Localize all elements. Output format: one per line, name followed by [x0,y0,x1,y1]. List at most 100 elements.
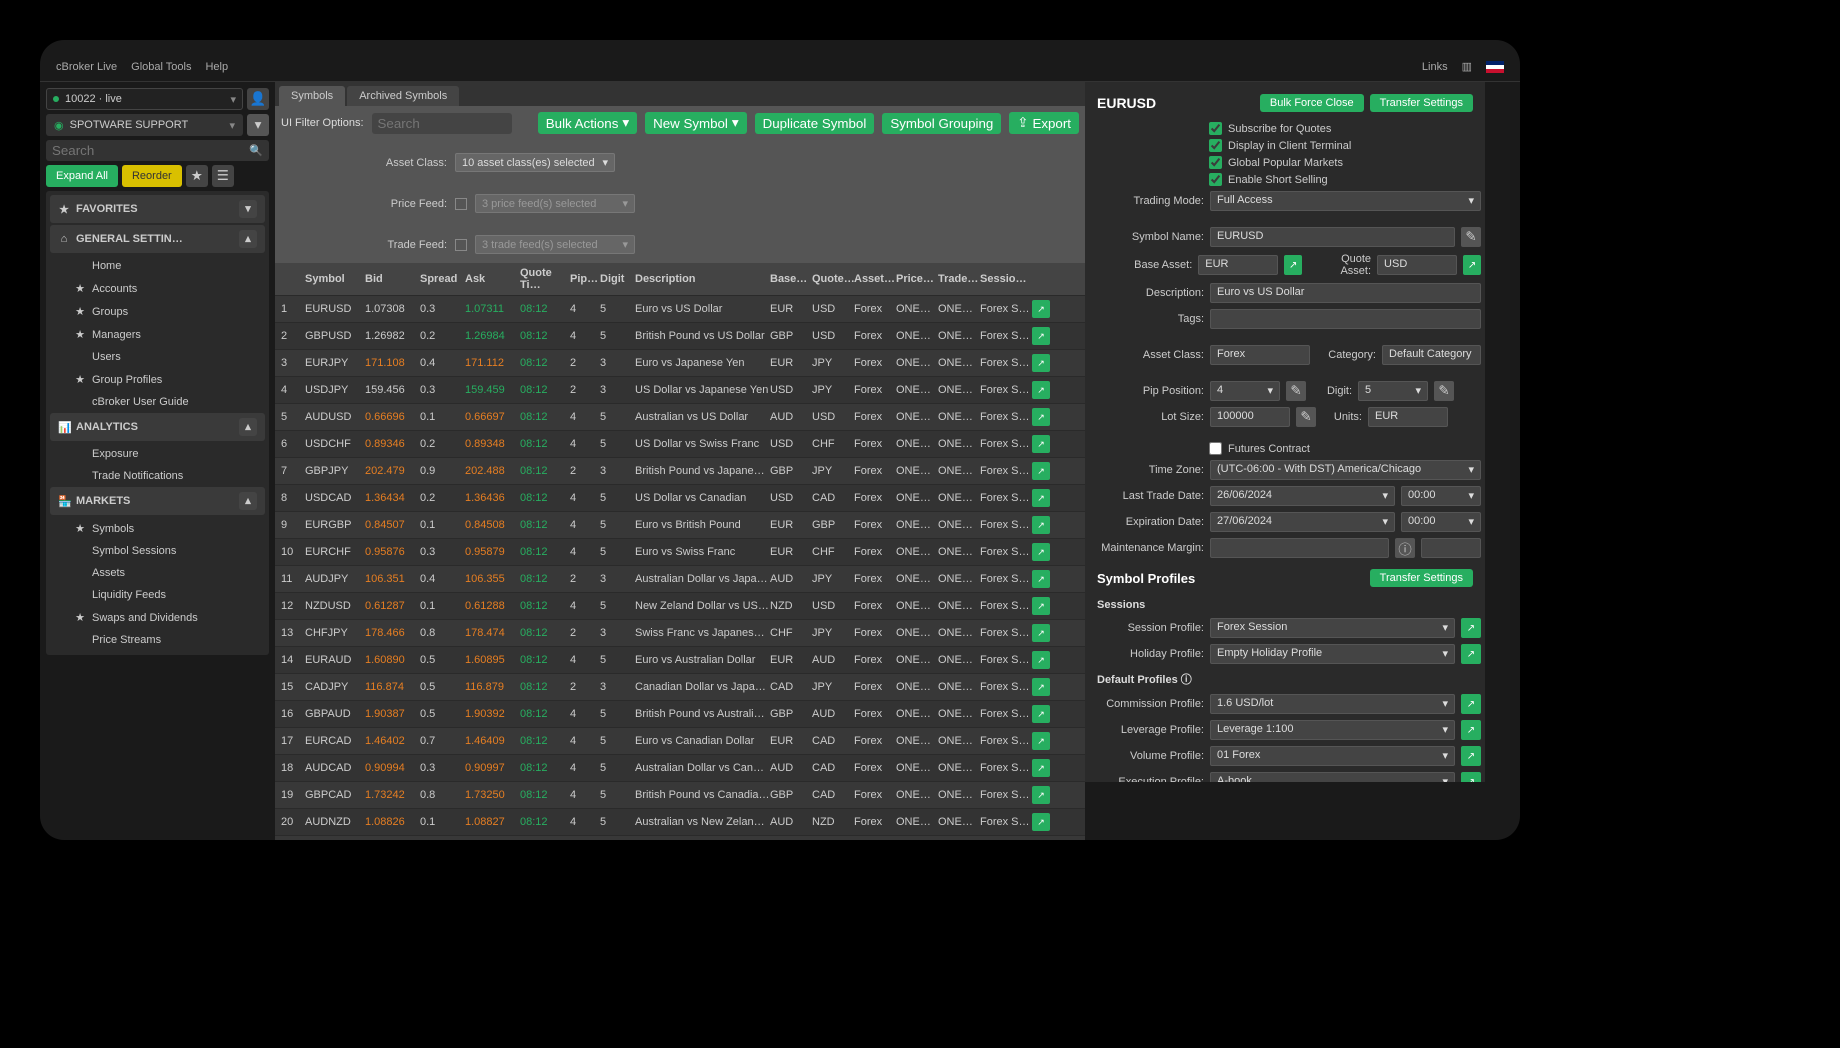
table-row[interactable]: 3EURJPY171.1080.4171.11208:1223Euro vs J… [275,350,1085,377]
menu-cbroker[interactable]: cBroker Live [56,61,117,73]
table-row[interactable]: 14EURAUD1.608900.51.6089508:1245Euro vs … [275,647,1085,674]
tree-item[interactable]: Users [50,346,265,368]
support-label[interactable]: ◉SPOTWARE SUPPORT▾ [46,114,243,136]
row-link-icon[interactable]: ↗ [1032,732,1050,750]
info-icon[interactable]: ⓘ [1181,674,1192,686]
symbol-grouping-button[interactable]: Symbol Grouping [882,113,1001,134]
table-row[interactable]: 10EURCHF0.958760.30.9587908:1245Euro vs … [275,539,1085,566]
lot-size-input[interactable]: 100000 [1210,407,1290,427]
expiration-time[interactable]: 00:00▾ [1401,512,1481,532]
table-row[interactable]: 12NZDUSD0.612870.10.6128808:1245New Zela… [275,593,1085,620]
star-button[interactable]: ★ [186,165,208,187]
col-header[interactable]: Session… [980,273,1032,285]
row-link-icon[interactable]: ↗ [1032,597,1050,615]
maint-margin-input[interactable] [1210,538,1389,558]
row-link-icon[interactable]: ↗ [1032,300,1050,318]
commission-select[interactable]: 1.6 USD/lot▾ [1210,694,1455,714]
col-header[interactable]: Trade… [938,273,980,285]
tree-favorites[interactable]: ★FAVORITES▾ [50,195,265,223]
table-row[interactable]: 6USDCHF0.893460.20.8934808:1245US Dollar… [275,431,1085,458]
holiday-profile-select[interactable]: Empty Holiday Profile▾ [1210,644,1455,664]
last-trade-time[interactable]: 00:00▾ [1401,486,1481,506]
row-link-icon[interactable]: ↗ [1032,705,1050,723]
row-link-icon[interactable]: ↗ [1032,408,1050,426]
table-row[interactable]: 1EURUSD1.073080.31.0731108:1245Euro vs U… [275,296,1085,323]
table-row[interactable]: 2GBPUSD1.269820.21.2698408:1245British P… [275,323,1085,350]
tree-general-settings[interactable]: ⌂GENERAL SETTIN…▴ [50,225,265,253]
price-feed-checkbox[interactable] [455,198,467,210]
tree-item[interactable]: Trade Notifications [50,465,265,487]
commission-link-icon[interactable]: ↗ [1461,694,1481,714]
table-row[interactable]: 4USDJPY159.4560.3159.45908:1223US Dollar… [275,377,1085,404]
trade-feed-checkbox[interactable] [455,239,467,251]
profiles-transfer-button[interactable]: Transfer Settings [1370,569,1473,587]
row-link-icon[interactable]: ↗ [1032,651,1050,669]
col-header[interactable]: Description [635,273,770,285]
trade-feed-select[interactable]: 3 trade feed(s) selected▾ [475,235,635,254]
description-input[interactable]: Euro vs US Dollar [1210,283,1481,303]
row-link-icon[interactable]: ↗ [1032,489,1050,507]
tree-item[interactable]: Liquidity Feeds [50,584,265,606]
base-asset-link-icon[interactable]: ↗ [1284,255,1302,275]
table-row[interactable]: 15CADJPY116.8740.5116.87908:1223Canadian… [275,674,1085,701]
base-asset-input[interactable]: EUR [1198,255,1278,275]
row-link-icon[interactable]: ↗ [1032,462,1050,480]
list-button[interactable]: ☰ [212,165,234,187]
tree-item[interactable]: Symbol Sessions [50,540,265,562]
col-header[interactable]: Digit [600,273,635,285]
tab-archived[interactable]: Archived Symbols [347,86,459,106]
table-row[interactable]: 9EURGBP0.845070.10.8450808:1245Euro vs B… [275,512,1085,539]
pip-edit-icon[interactable]: ✎ [1286,381,1306,401]
futures-checkbox[interactable] [1209,442,1222,455]
session-profile-select[interactable]: Forex Session▾ [1210,618,1455,638]
table-row[interactable]: 11AUDJPY106.3510.4106.35508:1223Australi… [275,566,1085,593]
table-row[interactable]: 7GBPJPY202.4790.9202.48808:1223British P… [275,458,1085,485]
menu-help[interactable]: Help [205,61,228,73]
row-link-icon[interactable]: ↗ [1032,624,1050,642]
tree-item[interactable]: ★Accounts [50,277,265,300]
row-link-icon[interactable]: ↗ [1032,813,1050,831]
bulk-actions-button[interactable]: Bulk Actions ▾ [538,112,637,134]
volume-link-icon[interactable]: ↗ [1461,746,1481,766]
maint-margin-input2[interactable] [1421,538,1481,558]
new-symbol-button[interactable]: New Symbol ▾ [645,112,747,134]
row-link-icon[interactable]: ↗ [1032,678,1050,696]
bulk-force-close-button[interactable]: Bulk Force Close [1260,94,1364,112]
export-button[interactable]: ⇪ Export [1009,112,1079,134]
row-link-icon[interactable]: ↗ [1032,543,1050,561]
option-checkbox[interactable] [1209,122,1222,135]
row-link-icon[interactable]: ↗ [1032,786,1050,804]
table-row[interactable]: 19GBPCAD1.732420.81.7325008:1245British … [275,782,1085,809]
pip-position-select[interactable]: 4▾ [1210,381,1280,401]
table-row[interactable]: 18AUDCAD0.909940.30.9099708:1245Australi… [275,755,1085,782]
col-header[interactable]: Symbol [305,273,365,285]
tree-item[interactable]: cBroker User Guide [50,391,265,413]
units-input[interactable]: EUR [1368,407,1448,427]
quote-asset-input[interactable]: USD [1377,255,1457,275]
col-header[interactable]: Quote… [812,273,854,285]
price-feed-select[interactable]: 3 price feed(s) selected▾ [475,194,635,213]
table-row[interactable]: 21NZDJPY97.7250.397.72808:1223New Zeland… [275,836,1085,840]
sidebar-search-input[interactable] [52,143,245,158]
holiday-link-icon[interactable]: ↗ [1461,644,1481,664]
col-header[interactable]: Quote Ti… [520,267,570,291]
asset-class-input[interactable]: Forex [1210,345,1310,365]
execution-select[interactable]: A-book▾ [1210,772,1455,782]
lot-edit-icon[interactable]: ✎ [1296,407,1316,427]
tree-analytics[interactable]: 📊ANALYTICS▴ [50,413,265,441]
digit-select[interactable]: 5▾ [1358,381,1428,401]
table-row[interactable]: 17EURCAD1.464020.71.4640908:1245Euro vs … [275,728,1085,755]
filter-search[interactable] [372,113,512,134]
time-zone-select[interactable]: (UTC-06:00 - With DST) America/Chicago▾ [1210,460,1481,480]
row-link-icon[interactable]: ↗ [1032,435,1050,453]
tags-input[interactable] [1210,309,1481,329]
session-link-icon[interactable]: ↗ [1461,618,1481,638]
tree-item[interactable]: Exposure [50,443,265,465]
table-row[interactable]: 5AUDUSD0.666960.10.6669708:1245Australia… [275,404,1085,431]
leverage-select[interactable]: Leverage 1:100▾ [1210,720,1455,740]
user-icon[interactable]: 👤 [247,88,269,110]
col-header[interactable]: Base… [770,273,812,285]
tree-item[interactable]: ★Swaps and Dividends [50,606,265,629]
menu-global-tools[interactable]: Global Tools [131,61,191,73]
row-link-icon[interactable]: ↗ [1032,327,1050,345]
